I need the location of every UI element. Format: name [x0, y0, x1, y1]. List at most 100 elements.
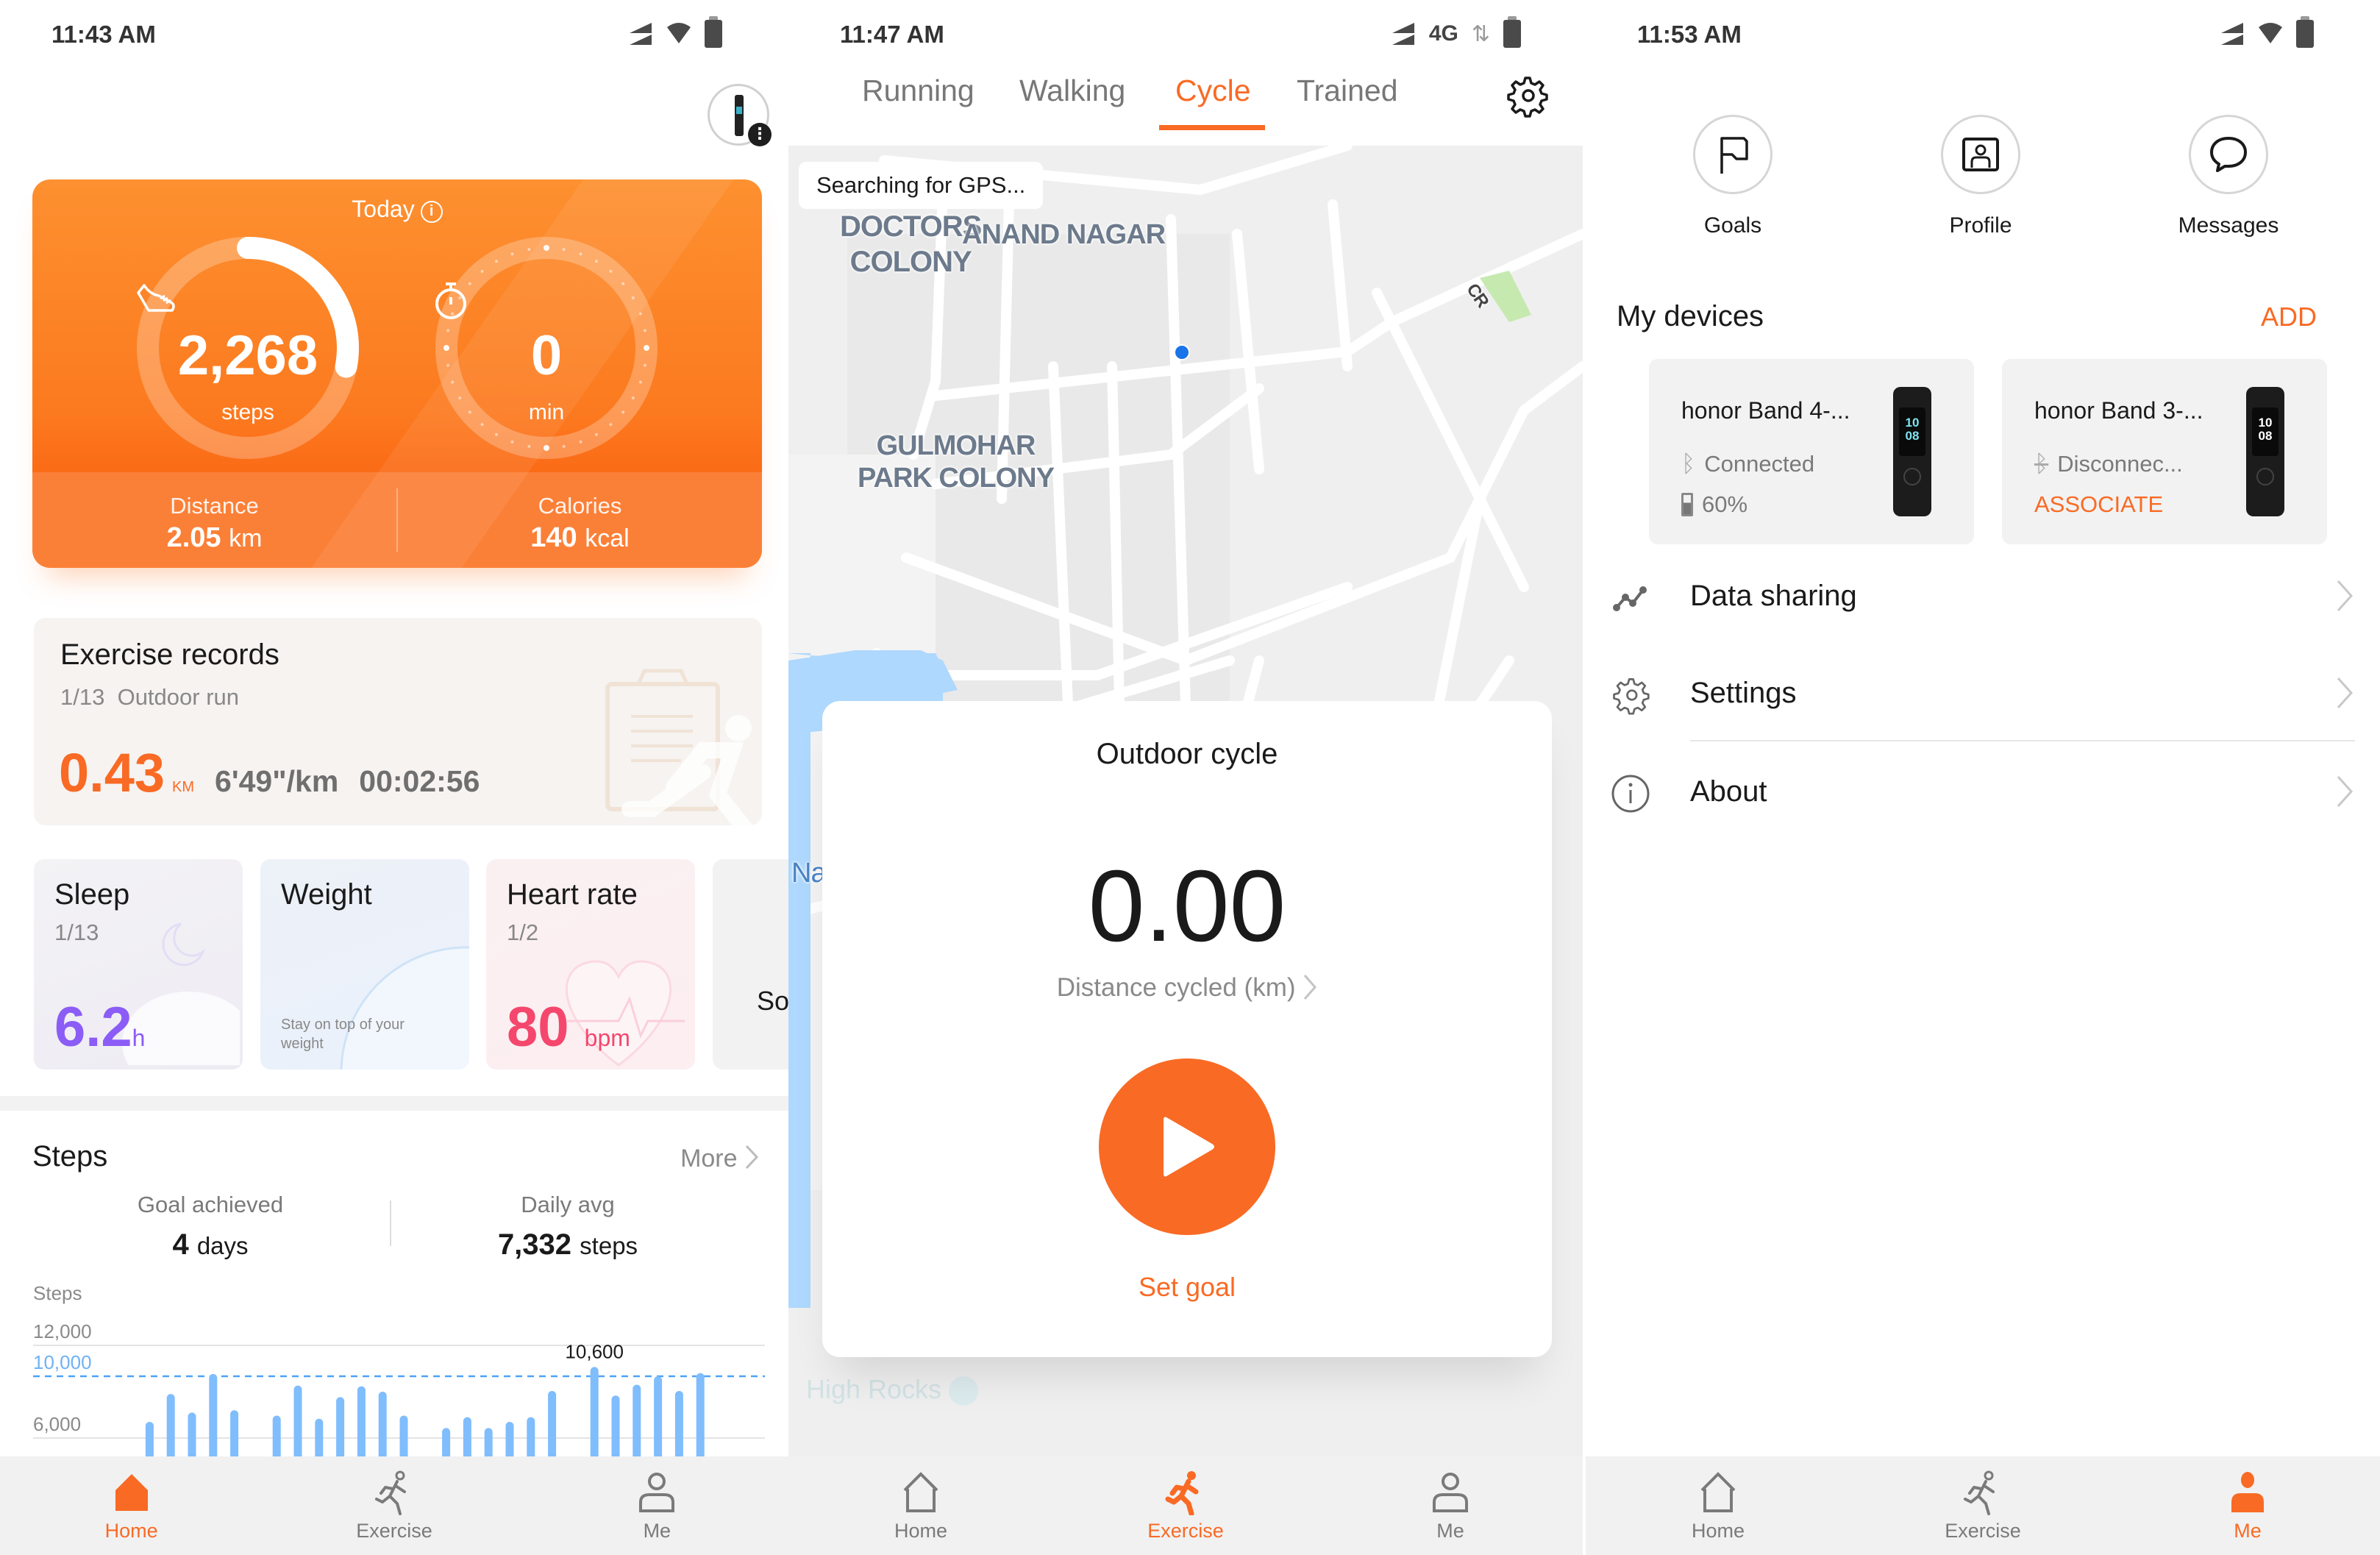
workout-title: Outdoor cycle [1096, 738, 1278, 770]
exercise-records-title: Exercise records [60, 638, 279, 671]
step-bar [633, 1384, 641, 1456]
active-minutes-ring[interactable]: 0 min [432, 234, 660, 462]
distance-cycled-label[interactable]: Distance cycled (km) [822, 973, 1552, 1003]
device-card-band3[interactable]: honor Band 3-... ᛒ Disconnec... ASSOCIATE… [2002, 359, 2327, 544]
calories-value: 140 [530, 522, 577, 553]
tab-walking[interactable]: Walking [1019, 74, 1125, 108]
gear-icon[interactable] [1505, 74, 1549, 118]
flag-icon [1720, 137, 1748, 174]
steps-bar-chart: Steps 12,000 10,000 6,000 10,600 [33, 1282, 765, 1456]
active-minutes-unit: min [528, 400, 565, 424]
info-icon[interactable]: i [420, 201, 443, 223]
home-icon [903, 1472, 938, 1512]
map-view[interactable]: Searching for GPS... DOCTORS COLONY ANAN… [788, 146, 1583, 1456]
exercise-tabs: Running Walking Cycle Trained [788, 74, 1583, 132]
exercise-screen: 11:47 AM 4G ⇅ Running Walking Cycle Trai… [788, 0, 1583, 1555]
tab-cycle[interactable]: Cycle [1175, 74, 1251, 108]
battery-icon [2296, 16, 2314, 48]
y-tick-label: 12,000 [33, 1320, 92, 1342]
menu-label: Data sharing [1690, 580, 1857, 612]
gps-status-chip: Searching for GPS... [799, 162, 1044, 209]
nav-exercise-label: Exercise [1147, 1520, 1224, 1542]
heart-rate-unit: bpm [584, 1025, 630, 1051]
minute-tick [595, 433, 598, 436]
step-bar [145, 1421, 154, 1456]
associate-button[interactable]: ASSOCIATE [2034, 491, 2163, 518]
menu-settings[interactable]: Settings [1586, 653, 2380, 734]
nav-me[interactable]: Me [1318, 1456, 1583, 1555]
nav-exercise[interactable]: Exercise [263, 1456, 525, 1555]
battery-level-icon [1681, 493, 1693, 516]
partial-card[interactable]: So [713, 859, 788, 1070]
weight-card[interactable]: Weight Stay on top of your weight [260, 859, 469, 1070]
map-label-water: Na [791, 858, 827, 889]
bottom-nav: Home Exercise Me [788, 1456, 1583, 1555]
minute-tick [621, 282, 625, 285]
goals-button[interactable]: Goals [1659, 115, 1806, 238]
settings-gear-icon [1613, 678, 1650, 715]
menu-data-sharing[interactable]: Data sharing [1586, 556, 2380, 637]
daily-avg-label: Daily avg [521, 1192, 615, 1217]
step-bar [527, 1417, 535, 1456]
messages-button[interactable]: Messages [2155, 115, 2302, 238]
set-goal-button[interactable]: Set goal [822, 1272, 1552, 1303]
runner-icon [1165, 1471, 1199, 1515]
runner-icon [374, 1470, 406, 1515]
nav-me-label: Me [643, 1520, 671, 1542]
nav-me[interactable]: Me [2115, 1456, 2380, 1555]
exercise-records-card[interactable]: Exercise records 1/13 Outdoor run 0.43 K… [34, 618, 762, 825]
nav-me[interactable]: Me [526, 1456, 788, 1555]
band-image: 10 08 [2246, 387, 2284, 516]
status-icons: 4G ⇅ [1391, 16, 1521, 50]
runner-icon [1964, 1470, 1995, 1515]
bluetooth-icon: ᛒ [1681, 450, 1696, 477]
distance-label: Distance [170, 493, 259, 519]
steps-ring[interactable]: 2,268 steps [134, 234, 362, 462]
tab-trained[interactable]: Trained [1297, 74, 1398, 108]
daily-avg-value: 7,332 [497, 1228, 572, 1261]
device-card-band4[interactable]: honor Band 4-... ᛒ Connected 60% 10 08 [1649, 359, 1974, 544]
start-workout-button[interactable] [1099, 1058, 1275, 1235]
heart-rate-card[interactable]: Heart rate 1/2 80 bpm [486, 859, 695, 1070]
minute-tick [609, 269, 613, 273]
add-device-button[interactable]: ADD [2261, 302, 2317, 332]
minute-tick [562, 248, 566, 252]
nav-exercise[interactable]: Exercise [1053, 1456, 1318, 1555]
menu-label: Settings [1690, 677, 1797, 709]
partial-card-title: So [757, 986, 788, 1016]
sleep-unit: h [132, 1025, 146, 1051]
today-summary-card[interactable]: Today i 2,268 steps 0 min Distance 2.05 … [32, 179, 762, 568]
sleep-card[interactable]: Sleep 1/13 6.2h [34, 859, 243, 1070]
nav-home[interactable]: Home [0, 1456, 263, 1555]
exercise-distance: 0.43 [59, 742, 165, 803]
step-bar [272, 1415, 281, 1456]
device-avatar-button[interactable]: ⋮ [708, 84, 772, 146]
tab-running[interactable]: Running [862, 74, 975, 108]
nav-exercise[interactable]: Exercise [1850, 1456, 2115, 1555]
messages-label: Messages [2178, 213, 2279, 238]
step-bar [336, 1397, 345, 1456]
step-bar [548, 1390, 557, 1456]
goal-achieved-label: Goal achieved [137, 1192, 284, 1217]
max-value-label: 10,600 [565, 1340, 624, 1362]
nav-home-label: Home [104, 1520, 158, 1542]
weight-title: Weight [281, 878, 372, 911]
band-screen: 10 08 [1899, 408, 1925, 456]
distance-cycled-value: 0.00 [1088, 850, 1286, 963]
map-label-gulmohar: GULMOHAR PARK COLONY [858, 430, 1055, 494]
steps-more-link[interactable]: More [680, 1145, 759, 1173]
exercise-distance-unit: KM [172, 779, 195, 795]
device-name: honor Band 4-... [1681, 397, 1850, 424]
map-label-anand-nagar: ANAND NAGAR [962, 219, 1166, 250]
minute-tick [544, 245, 549, 251]
current-location-dot [1174, 344, 1190, 360]
step-bar [654, 1376, 663, 1456]
step-bar [696, 1373, 705, 1456]
step-bar [293, 1385, 302, 1456]
nav-home[interactable]: Home [788, 1456, 1053, 1555]
nav-home[interactable]: Home [1586, 1456, 1850, 1555]
menu-about[interactable]: About [1586, 752, 2380, 833]
clipboard-runner-icon [605, 669, 753, 825]
profile-button[interactable]: Profile [1907, 115, 2054, 238]
step-bar [209, 1373, 218, 1456]
